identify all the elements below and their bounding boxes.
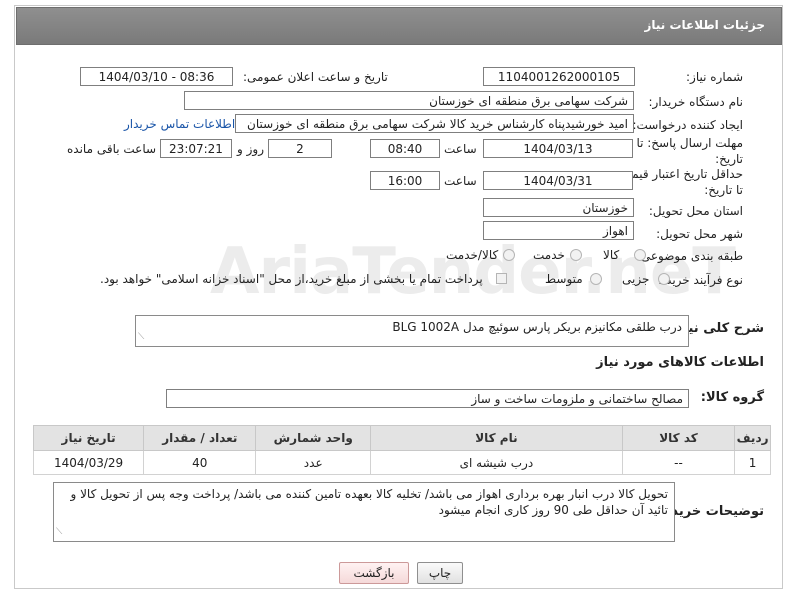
cell-date: 1404/03/29: [32, 450, 145, 475]
category-goods-service-radio[interactable]: [503, 249, 515, 261]
col-unit: واحد شمارش: [255, 425, 371, 451]
reply-time-label: ساعت: [444, 142, 477, 156]
treasury-note: پرداخت تمام یا بخشی از مبلغ خرید،از محل …: [100, 272, 483, 286]
general-desc-textarea[interactable]: درب طلقی مکانیزم بریکر پارس سوئیچ مدل BL…: [135, 315, 689, 347]
category-goods-radio[interactable]: [634, 249, 646, 261]
process-medium-label: متوسط: [545, 272, 583, 286]
reply-deadline-label: مهلت ارسال پاسخ: تا تاریخ:: [636, 136, 743, 166]
reply-time-field: 08:40: [370, 139, 440, 158]
category-label: طبقه بندی موضوعی:: [636, 249, 743, 263]
cell-row: 1: [734, 450, 771, 475]
col-row: ردیف: [734, 425, 771, 451]
category-service-label: خدمت: [533, 248, 565, 262]
cell-unit: عدد: [255, 450, 371, 475]
cell-qty: 40: [143, 450, 257, 475]
announce-datetime-label: تاریخ و ساعت اعلان عمومی:: [243, 70, 388, 84]
reply-remaining-field: 23:07:21: [160, 139, 232, 158]
validity-time-field: 16:00: [370, 171, 440, 190]
page-header: جزئیات اطلاعات نیاز: [16, 7, 782, 45]
buyer-org-field: شرکت سهامی برق منطقه ای خوزستان: [184, 91, 634, 110]
category-service-radio[interactable]: [570, 249, 582, 261]
goods-info-heading: اطلاعات کالاهای مورد نیاز: [596, 355, 764, 370]
process-type-label: نوع فرآیند خرید :: [658, 273, 743, 287]
cell-code: --: [621, 450, 736, 475]
general-desc-text: درب طلقی مکانیزم بریکر پارس سوئیچ مدل BL…: [392, 320, 682, 334]
province-label: استان محل تحویل:: [648, 204, 743, 218]
resize-grip-icon: ⟋: [138, 332, 145, 342]
validity-time-label: ساعت: [444, 174, 477, 188]
remaining-label: ساعت باقی مانده: [67, 142, 157, 156]
col-date: تاریخ نیاز: [32, 425, 145, 451]
category-goods-label: کالا: [603, 248, 620, 262]
reply-date-field: 1404/03/13: [483, 139, 633, 158]
need-number-field: 1104001262000105: [483, 67, 635, 86]
process-partial-label: جزیی: [622, 272, 650, 286]
validity-date-field: 1404/03/31: [483, 171, 633, 190]
announce-datetime-field: 1404/03/10 - 08:36: [80, 67, 233, 86]
province-field: خوزستان: [483, 198, 634, 217]
day-and-label: روز و: [237, 142, 264, 156]
city-field: اهواز: [483, 221, 634, 240]
reply-days-field: 2: [268, 139, 332, 158]
print-button[interactable]: چاپ: [417, 562, 463, 584]
back-button[interactable]: بازگشت: [339, 562, 409, 584]
table-row: 1 -- درب شیشه ای عدد 40 1404/03/29: [32, 450, 771, 475]
process-partial-radio[interactable]: [658, 273, 670, 285]
buyer-contact-link[interactable]: اطلاعات تماس خریدار: [124, 117, 235, 131]
process-medium-radio[interactable]: [590, 273, 602, 285]
goods-group-field: مصالح ساختمانی و ملزومات ساخت و ساز: [166, 389, 689, 408]
requester-label: ایجاد کننده درخواست:: [632, 118, 743, 132]
buyer-org-label: نام دستگاه خریدار:: [648, 95, 744, 109]
city-label: شهر محل تحویل:: [656, 227, 743, 241]
buyer-notes-textarea[interactable]: تحویل کالا درب انبار بهره برداری اهواز م…: [53, 482, 675, 542]
requester-field: امید خورشیدپناه کارشناس خرید کالا شرکت س…: [235, 114, 634, 133]
col-qty: تعداد / مقدار: [143, 425, 257, 451]
category-goods-service-label: کالا/خدمت: [446, 248, 499, 262]
col-name: نام کالا: [369, 425, 623, 451]
page-title: جزئیات اطلاعات نیاز: [644, 18, 765, 32]
col-code: کد کالا: [621, 425, 736, 451]
goods-group-label: گروه کالا:: [700, 390, 764, 405]
need-number-label: شماره نیاز:: [686, 70, 743, 84]
resize-grip-icon: ⟋: [56, 527, 63, 537]
goods-table: ردیف کد کالا نام کالا واحد شمارش تعداد /…: [32, 425, 771, 475]
table-header-row: ردیف کد کالا نام کالا واحد شمارش تعداد /…: [32, 425, 771, 451]
cell-name: درب شیشه ای: [369, 450, 623, 475]
treasury-checkbox[interactable]: [496, 273, 507, 284]
buyer-notes-text: تحویل کالا درب انبار بهره برداری اهواز م…: [70, 487, 668, 517]
